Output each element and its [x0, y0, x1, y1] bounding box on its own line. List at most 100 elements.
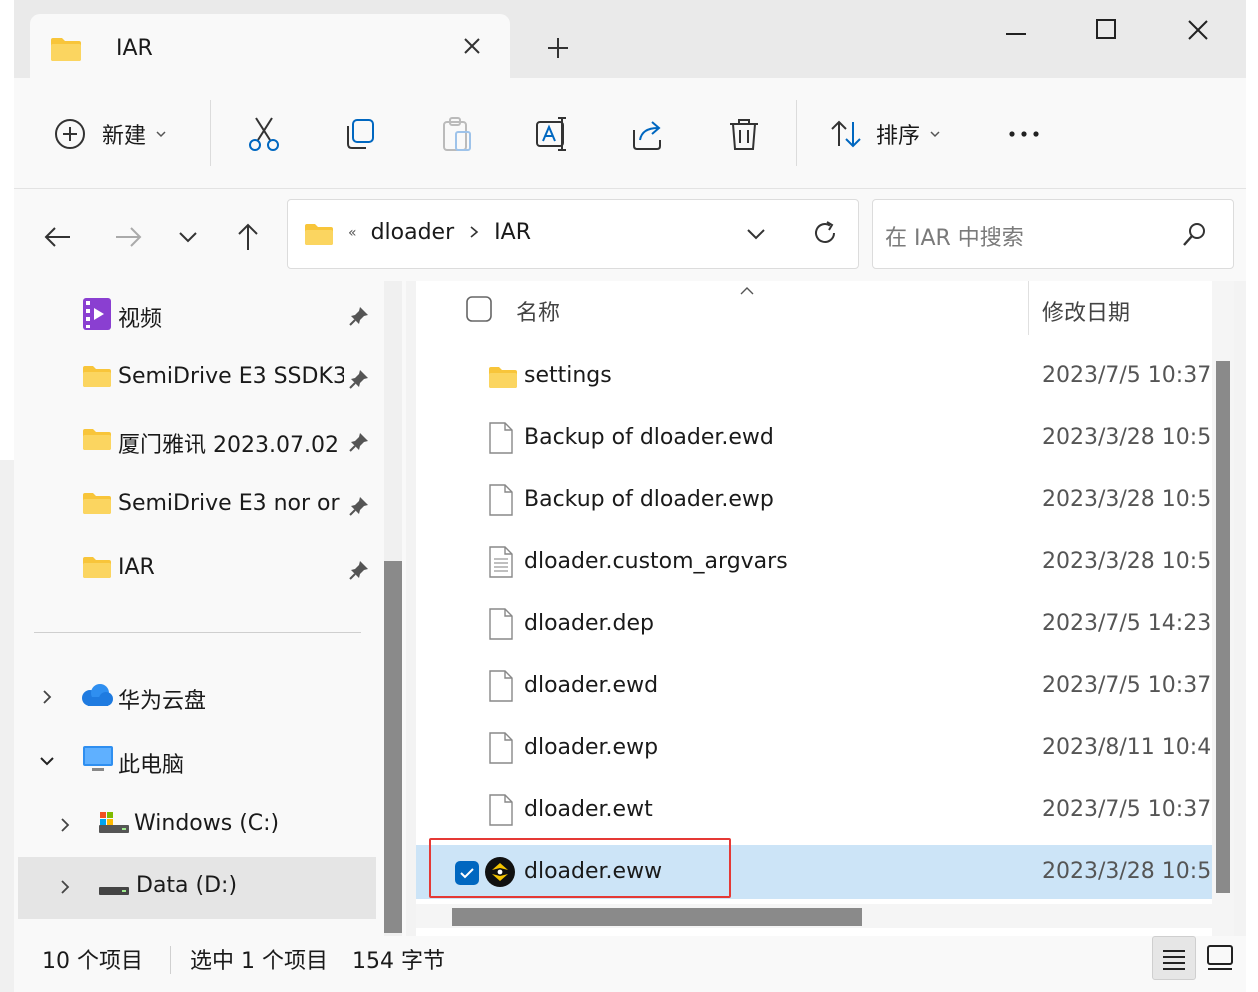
chevron-down-icon: [154, 127, 168, 141]
new-tab-icon[interactable]: [540, 30, 576, 66]
sidebar-item-drive-c[interactable]: Windows (C:): [14, 795, 406, 855]
sidebar-item-label: 视频: [118, 307, 163, 332]
maximize-icon[interactable]: [1076, 6, 1136, 54]
file-list-vertical-scrollbar[interactable]: [1212, 281, 1234, 936]
column-header-name[interactable]: 名称: [516, 295, 560, 327]
breadcrumb-overflow[interactable]: «: [348, 225, 357, 241]
sidebar-item-semidrive-ssdk[interactable]: SemiDrive E3 SSDK3: [14, 348, 406, 408]
address-bar[interactable]: « dloader IAR: [287, 199, 859, 269]
list-item-dep[interactable]: dloader.dep 2023/7/5 14:23: [416, 597, 1212, 653]
refresh-icon[interactable]: [810, 218, 840, 252]
sidebar-item-iar[interactable]: IAR: [14, 539, 406, 599]
chevron-right-icon[interactable]: [56, 815, 74, 840]
file-list-horizontal-scrollbar[interactable]: [416, 904, 1212, 928]
file-icon: [488, 793, 514, 833]
column-header-date[interactable]: 修改日期: [1042, 295, 1130, 327]
sidebar-item-label: 华为云盘: [118, 689, 207, 714]
folder-icon: [82, 427, 112, 457]
more-dots-icon: [1004, 114, 1044, 154]
list-item-custom-argvars[interactable]: dloader.custom_argvars 2023/3/28 10:5: [416, 535, 1212, 591]
chevron-right-icon[interactable]: [38, 687, 56, 712]
file-icon: [488, 607, 514, 647]
delete-button[interactable]: [724, 114, 764, 154]
paste-button[interactable]: [436, 114, 476, 154]
close-tab-icon[interactable]: [454, 28, 490, 64]
minimize-icon[interactable]: [986, 6, 1046, 54]
list-item-backup-ewd[interactable]: Backup of dloader.ewd 2023/3/28 10:5: [416, 411, 1212, 467]
file-name: dloader.ewt: [524, 797, 653, 822]
search-icon[interactable]: [1179, 220, 1209, 254]
file-name: dloader.custom_argvars: [524, 549, 788, 574]
chevron-right-icon[interactable]: [56, 877, 74, 902]
file-name: settings: [524, 363, 612, 388]
back-arrow-icon[interactable]: [38, 217, 78, 257]
file-date: 2023/3/28 10:5: [1042, 487, 1212, 512]
more-options-button[interactable]: [1004, 114, 1044, 154]
close-window-icon[interactable]: [1168, 6, 1228, 54]
toolbar-divider: [210, 100, 211, 166]
status-divider: [170, 946, 171, 974]
address-dropdown-icon[interactable]: [744, 222, 768, 250]
recent-locations-chevron-icon[interactable]: [168, 217, 208, 257]
sidebar-item-drive-d[interactable]: Data (D:): [18, 857, 376, 919]
sidebar-item-videos[interactable]: 视频: [14, 285, 406, 345]
sidebar-divider: [34, 632, 361, 633]
file-date: 2023/8/11 10:4: [1042, 735, 1212, 760]
tiles-view-icon: [1206, 944, 1234, 978]
search-input[interactable]: 在 IAR 中搜索: [885, 220, 1024, 252]
sidebar-item-label: SemiDrive E3 nor or: [118, 491, 340, 516]
file-icon: [488, 483, 514, 523]
file-date: 2023/3/28 10:5: [1042, 549, 1212, 574]
column-divider[interactable]: [1028, 281, 1029, 335]
select-all-checkbox[interactable]: [466, 296, 492, 328]
scissors-icon: [244, 114, 284, 154]
sidebar-item-label: IAR: [118, 555, 155, 580]
navigation-pane: 视频 SemiDrive E3 SSDK3 厦门雅讯 2023.07.02 Se…: [14, 281, 406, 936]
sidebar-item-xiamen-yaxun[interactable]: 厦门雅讯 2023.07.02: [14, 411, 406, 471]
breadcrumb-item-dloader[interactable]: dloader: [371, 220, 455, 245]
forward-arrow-icon[interactable]: [108, 217, 148, 257]
new-button[interactable]: 新建: [52, 114, 168, 154]
cloud-icon: [80, 683, 114, 713]
list-item-ewt[interactable]: dloader.ewt 2023/7/5 10:37: [416, 783, 1212, 839]
text-file-icon: [488, 545, 514, 585]
cut-button[interactable]: [244, 114, 284, 154]
copy-button[interactable]: [340, 114, 380, 154]
pin-icon: [348, 368, 370, 396]
vertical-scrollbar-thumb[interactable]: [1216, 361, 1230, 893]
list-item-backup-ewp[interactable]: Backup of dloader.ewp 2023/3/28 10:5: [416, 473, 1212, 529]
folder-icon: [50, 36, 82, 66]
file-date: 2023/3/28 10:5: [1042, 859, 1212, 884]
chevron-down-icon[interactable]: [38, 751, 56, 776]
sidebar-item-semidrive-nor[interactable]: SemiDrive E3 nor or: [14, 475, 406, 535]
up-arrow-icon[interactable]: [228, 217, 268, 257]
sidebar-item-huawei-cloud[interactable]: 华为云盘: [14, 667, 406, 727]
toolbar-divider: [796, 100, 797, 166]
chevron-right-icon[interactable]: [468, 220, 480, 245]
list-item-settings[interactable]: settings 2023/7/5 10:37: [416, 349, 1212, 405]
sidebar-item-this-pc[interactable]: 此电脑: [14, 731, 406, 791]
rename-button[interactable]: [532, 114, 572, 154]
sidebar-item-label: 厦门雅讯 2023.07.02: [118, 433, 339, 458]
copy-icon: [340, 114, 380, 154]
trash-icon: [724, 114, 764, 154]
file-date: 2023/7/5 10:37: [1042, 673, 1212, 698]
thumbnail-view-button[interactable]: [1198, 936, 1242, 980]
folder-icon: [304, 222, 334, 250]
file-date: 2023/7/5 10:37: [1042, 797, 1212, 822]
breadcrumb-item-iar[interactable]: IAR: [494, 220, 531, 245]
horizontal-scrollbar-thumb[interactable]: [452, 908, 862, 926]
list-item-ewp[interactable]: dloader.ewp 2023/8/11 10:4: [416, 721, 1212, 777]
file-date: 2023/7/5 10:37: [1042, 363, 1212, 388]
sort-button[interactable]: 排序: [828, 114, 942, 154]
details-view-button[interactable]: [1152, 936, 1196, 980]
tab-iar[interactable]: IAR: [30, 14, 510, 78]
search-box[interactable]: 在 IAR 中搜索: [872, 199, 1234, 269]
drive-icon: [98, 811, 130, 841]
sidebar-scrollbar[interactable]: [384, 281, 402, 936]
list-item-ewd[interactable]: dloader.ewd 2023/7/5 10:37: [416, 659, 1212, 715]
status-bar: 10 个项目 选中 1 个项目 154 字节: [14, 936, 1246, 992]
sidebar-scrollbar-thumb[interactable]: [384, 561, 402, 933]
selection-count: 选中 1 个项目: [190, 949, 328, 974]
share-button[interactable]: [628, 114, 668, 154]
